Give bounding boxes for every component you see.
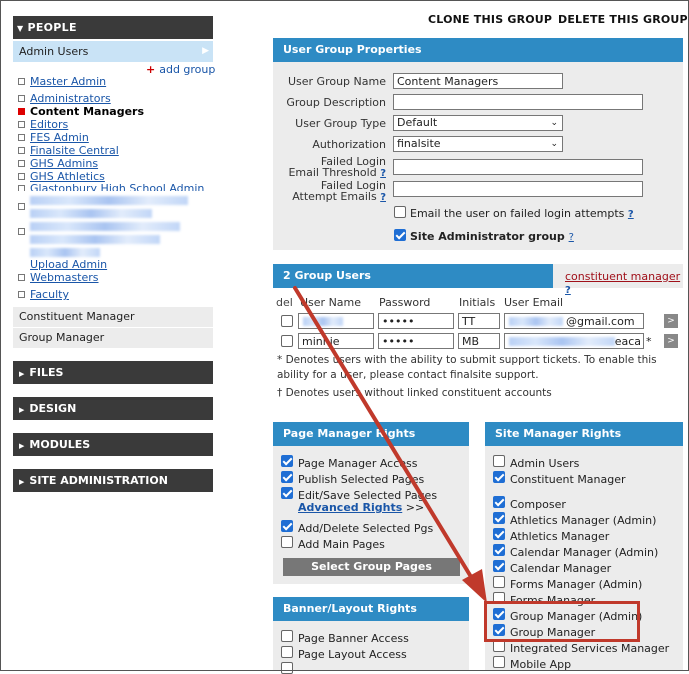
annotation-arrow-icon: [293, 286, 487, 603]
